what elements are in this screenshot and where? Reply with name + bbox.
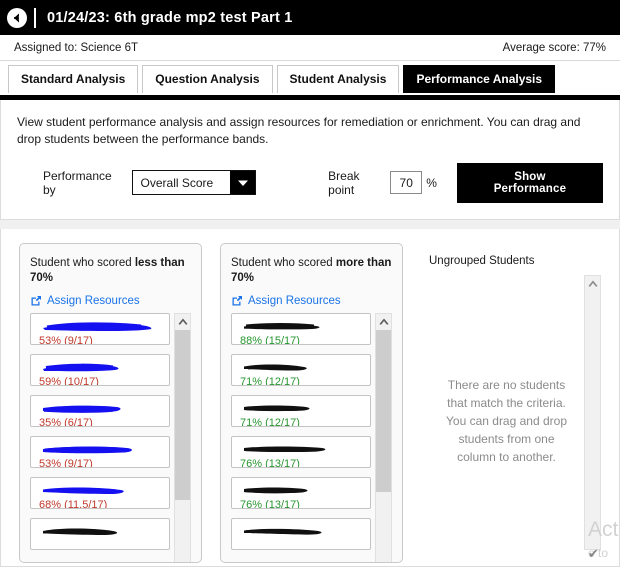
less-than-title-prefix: Student who scored [30,256,135,269]
assign-resources-link-high[interactable]: Assign Resources [231,295,392,307]
scroll-up-icon[interactable] [585,276,600,292]
student-card[interactable] [231,517,371,550]
show-performance-button[interactable]: Show Performance [456,162,603,203]
ungrouped-body: There are no students that match the cri… [429,274,601,563]
student-card[interactable]: 71% (12/17) [231,353,371,386]
student-score: 76% (13/17) [240,498,300,509]
less-than-list-wrapper: 53% (9/17) 59% (10/17) 35% (6/17) 53% (9… [30,312,191,562]
average-score-label: Average score: 77% [502,41,606,54]
student-name-redacted [240,321,362,332]
student-card[interactable]: 76% (13/17) [231,435,371,468]
ungrouped-scrollbar[interactable] [584,274,601,550]
student-name-redacted [39,526,161,537]
less-than-scroll-thumb[interactable] [175,329,190,501]
student-card[interactable]: 35% (6/17) [30,394,170,427]
ungrouped-empty-message: There are no students that match the cri… [446,377,567,464]
more-than-scroll-thumb[interactable] [376,329,391,493]
student-score: 53% (9/17) [39,334,93,345]
column-less-than: Student who scored less than 70% Assign … [19,242,202,563]
performance-by-label: Performance by [43,168,112,197]
break-point-group: Break point % [328,169,437,197]
assign-resources-label-high: Assign Resources [248,294,341,307]
student-name-redacted [240,362,362,373]
student-score: 71% (12/17) [240,375,300,386]
student-name-redacted [39,321,161,332]
scroll-up-icon[interactable] [175,314,190,330]
more-than-list-wrapper: 88% (15/17) 71% (12/17) 71% (12/17) 76% … [231,312,392,562]
tab-student-analysis[interactable]: Student Analysis [276,65,400,93]
student-card[interactable]: 68% (11.5/17) [30,476,170,509]
student-name-redacted [39,362,161,373]
less-than-scroll-track[interactable] [175,329,190,562]
student-name-redacted [240,485,362,496]
tab-question-analysis[interactable]: Question Analysis [142,65,273,93]
student-card[interactable]: 76% (13/17) [231,476,371,509]
column-less-than-title: Student who scored less than 70% [30,256,191,287]
controls-row: Performance by Overall Score Break point… [17,162,603,203]
panel-description: View student performance analysis and as… [17,115,581,147]
scroll-up-icon[interactable] [376,314,391,330]
percent-symbol: % [426,175,437,190]
back-arrow-icon [7,7,27,28]
page-title: 01/24/23: 6th grade mp2 test Part 1 [47,9,293,26]
student-card[interactable]: 88% (15/17) [231,312,371,345]
student-name-redacted [240,403,362,414]
performance-by-select[interactable]: Overall Score [131,170,257,196]
more-than-scroll-track[interactable] [376,329,391,562]
assigned-to-label: Assigned to: Science 6T [14,41,139,54]
assign-resources-link-low[interactable]: Assign Resources [30,295,191,307]
more-than-student-list: 88% (15/17) 71% (12/17) 71% (12/17) 76% … [231,312,375,562]
student-score: 76% (13/17) [240,457,300,468]
ungrouped-scroll-track[interactable] [585,292,600,549]
ungrouped-title: Ungrouped Students [429,254,535,267]
performance-columns-panel: Student who scored less than 70% Assign … [0,228,620,567]
less-than-scrollbar[interactable] [174,312,191,562]
chevron-down-icon [230,171,256,195]
student-score: 88% (15/17) [240,334,300,345]
analysis-tabs: Standard Analysis Question Analysis Stud… [0,61,620,95]
column-ungrouped: Ungrouped Students There are no students… [415,243,611,563]
student-card[interactable]: 71% (12/17) [231,394,371,427]
column-more-than: Student who scored more than 70% Assign … [220,242,403,563]
title-separator [34,7,36,28]
external-link-icon [231,295,243,307]
title-bar: 01/24/23: 6th grade mp2 test Part 1 [0,0,620,35]
break-point-input[interactable] [390,171,423,195]
student-name-redacted [39,444,161,455]
assignment-info-bar: Assigned to: Science 6T Average score: 7… [0,35,620,61]
student-card[interactable]: 53% (9/17) [30,312,170,345]
break-point-label: Break point [328,168,360,197]
column-more-than-title: Student who scored more than 70% [231,256,392,287]
less-than-student-list: 53% (9/17) 59% (10/17) 35% (6/17) 53% (9… [30,312,174,562]
performance-by-value: Overall Score [140,175,214,190]
more-than-title-prefix: Student who scored [231,256,336,269]
student-score: 53% (9/17) [39,457,93,468]
more-than-scrollbar[interactable] [375,312,392,562]
student-card[interactable]: 53% (9/17) [30,435,170,468]
student-score: 35% (6/17) [39,416,93,427]
controls-panel: View student performance analysis and as… [0,100,620,220]
back-button[interactable] [0,0,34,35]
assign-resources-label-low: Assign Resources [47,294,140,307]
student-score: 59% (10/17) [39,375,99,386]
student-name-redacted [240,444,362,455]
tab-performance-analysis[interactable]: Performance Analysis [403,65,556,93]
student-name-redacted [240,526,362,537]
student-card[interactable] [30,517,170,550]
student-name-redacted [39,403,161,414]
student-score: 71% (12/17) [240,416,300,427]
student-card[interactable]: 59% (10/17) [30,353,170,386]
tab-standard-analysis[interactable]: Standard Analysis [8,65,139,93]
panel-gap [0,219,620,229]
external-link-icon [30,295,42,307]
student-score: 68% (11.5/17) [39,498,108,509]
student-name-redacted [39,485,161,496]
